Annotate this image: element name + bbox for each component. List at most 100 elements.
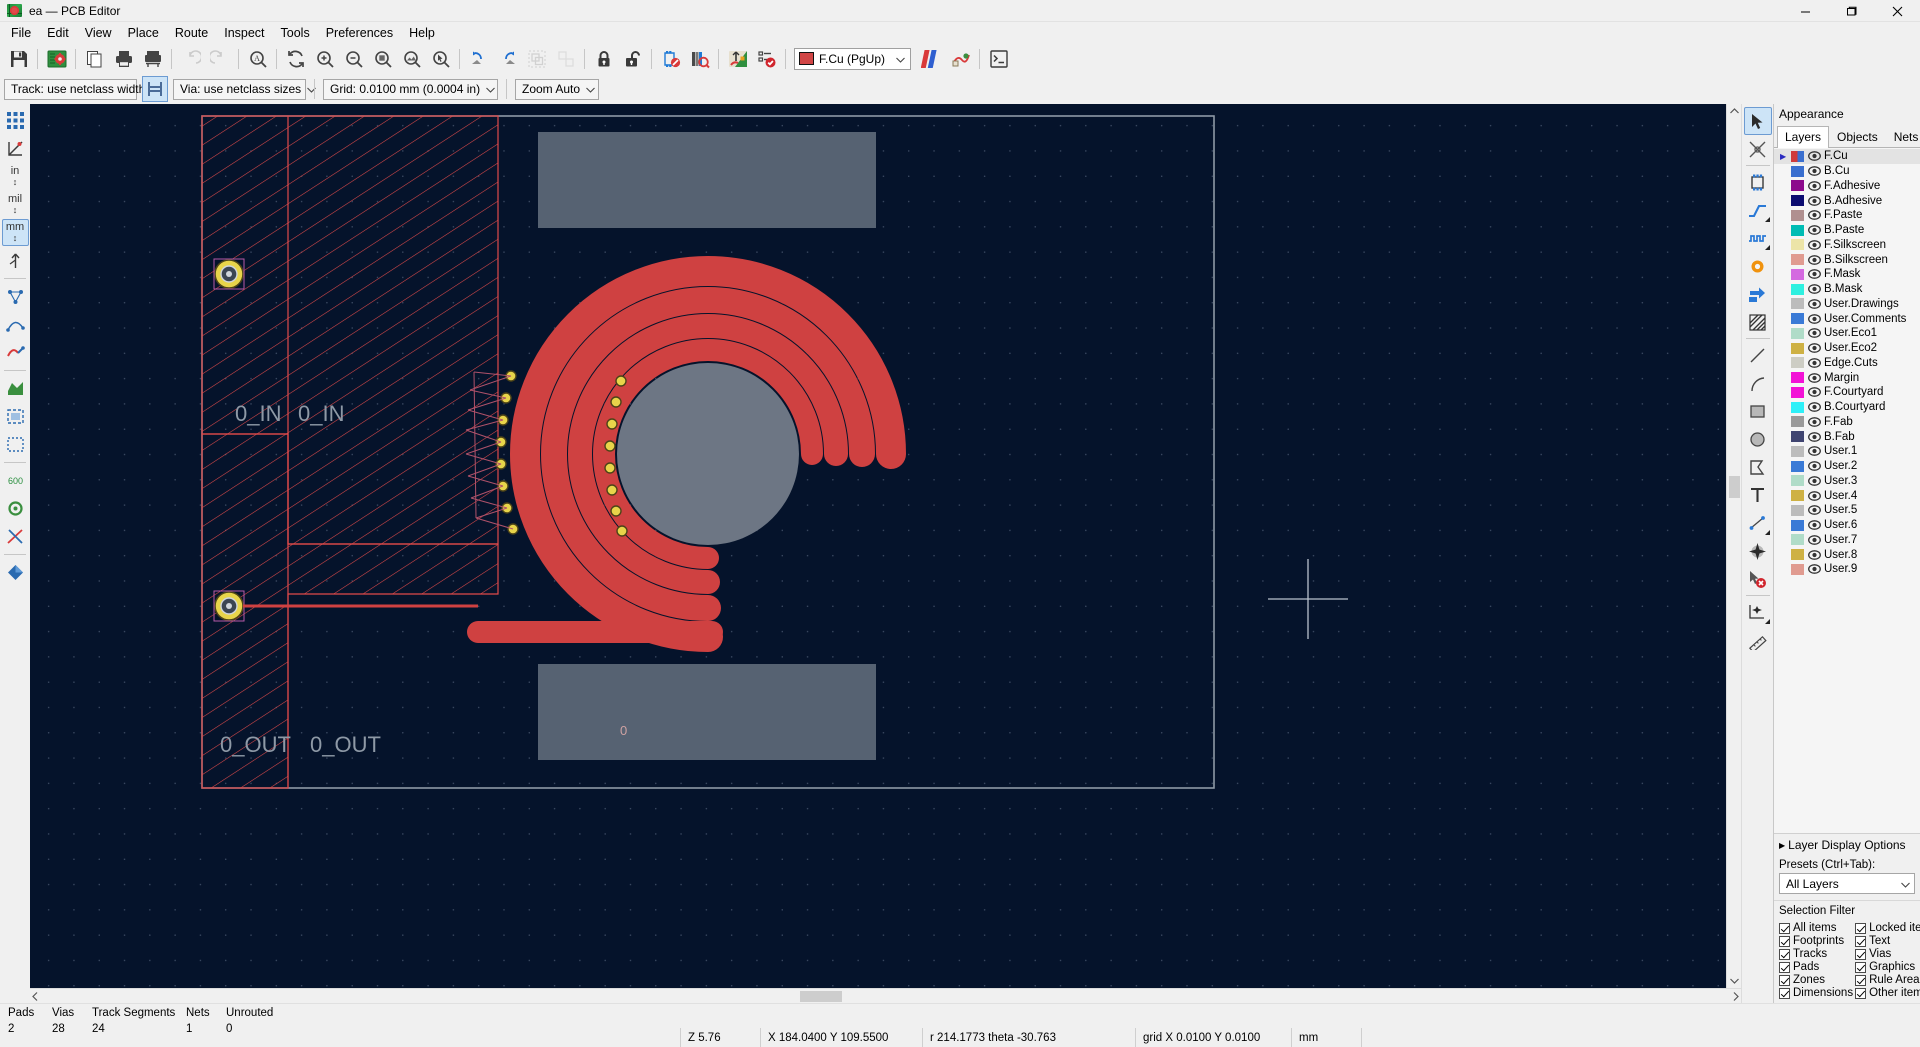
via-size-select[interactable]: Via: use netclass sizes [173,78,317,100]
layer-color-swatch[interactable] [1791,549,1804,561]
layer-color-swatch[interactable] [1791,298,1804,310]
layer-color-swatch[interactable] [1791,150,1804,162]
scripting-console-icon[interactable] [984,45,1013,73]
select-tool-icon[interactable] [1743,107,1772,135]
layer-visibility-eye-icon[interactable] [1807,166,1821,176]
menu-route[interactable]: Route [167,24,216,42]
save-icon[interactable] [4,45,33,73]
menu-view[interactable]: View [77,24,120,42]
layer-color-swatch[interactable] [1791,475,1804,487]
local-ratsnest-icon[interactable] [1744,135,1772,163]
selection-filter-locked-items[interactable]: Locked items [1855,922,1920,934]
layer-row-f-fab[interactable]: F.Fab [1774,415,1920,430]
add-text-icon[interactable] [1744,481,1772,509]
layer-color-swatch[interactable] [1791,342,1804,354]
checkbox-icon[interactable] [1779,987,1790,999]
grid-origin-icon[interactable] [2,135,29,162]
layer-row-f-mask[interactable]: F.Mask [1774,267,1920,282]
layer-row-f-adhesive[interactable]: F.Adhesive [1774,179,1920,194]
tab-nets[interactable]: Nets [1886,126,1920,148]
layer-row-user-9[interactable]: User.9 [1774,562,1920,577]
zoom-fit-page-icon[interactable] [368,45,397,73]
selection-filter-pads[interactable]: Pads [1779,961,1853,973]
layer-color-swatch[interactable] [1791,416,1804,428]
refresh-icon[interactable] [281,45,310,73]
layer-visibility-eye-icon[interactable] [1807,210,1821,221]
lock-icon[interactable] [589,45,618,73]
zone-outline-icon[interactable] [2,403,29,430]
menu-preferences[interactable]: Preferences [318,24,401,42]
selection-filter-rule-areas[interactable]: Rule Areas [1855,974,1920,986]
group-icon[interactable] [522,45,551,73]
footprint-library-icon[interactable] [685,45,714,73]
layer-row-f-paste[interactable]: F.Paste [1774,208,1920,223]
measure-tool-icon[interactable] [1744,626,1772,654]
layer-color-swatch[interactable] [1791,268,1804,280]
view-3d-icon[interactable] [723,45,752,73]
layer-row-user-2[interactable]: User.2 [1774,459,1920,474]
layer-row-margin[interactable]: Margin [1774,370,1920,385]
layer-visibility-eye-icon[interactable] [1807,535,1821,545]
checkbox-icon[interactable] [1855,961,1867,973]
toggle-ratsnest-icon[interactable] [2,283,29,310]
layer-color-swatch[interactable] [1791,504,1804,516]
layer-row-b-fab[interactable]: B.Fab [1774,429,1920,444]
scroll-up-icon[interactable] [1729,104,1739,118]
layer-color-swatch[interactable] [1791,372,1804,384]
layer-row-user-4[interactable]: User.4 [1774,488,1920,503]
drc-icon[interactable] [752,45,781,73]
layers-list[interactable]: ▶ F.Cu B.Cu F.Adhesive B.Adhesive F.Paste B.Pa… [1774,148,1920,833]
layer-color-swatch[interactable] [1791,431,1804,443]
layer-visibility-eye-icon[interactable] [1807,520,1821,530]
layer-visibility-eye-icon[interactable] [1807,549,1821,560]
scroll-left-icon[interactable] [32,989,38,1003]
layer-row-b-courtyard[interactable]: B.Courtyard [1774,400,1920,415]
selection-filter-text[interactable]: Text [1855,935,1920,947]
checkbox-icon[interactable] [1779,935,1790,947]
layer-visibility-eye-icon[interactable] [1807,240,1821,250]
menu-tools[interactable]: Tools [273,24,318,42]
contrast-mode-icon[interactable] [2,559,29,586]
scroll-right-icon[interactable] [1733,989,1739,1003]
net-highlight-icon[interactable] [2,339,29,366]
place-zone-icon[interactable] [1744,280,1772,308]
layer-visibility-eye-icon[interactable] [1807,490,1821,501]
print-icon[interactable] [109,45,138,73]
layer-visibility-eye-icon[interactable] [1807,328,1821,339]
checkbox-icon[interactable] [1855,922,1867,934]
toggle-grid-icon[interactable] [2,107,29,134]
rotate-cw-icon[interactable] [493,45,522,73]
layer-visibility-eye-icon[interactable] [1807,313,1821,324]
layer-visibility-eye-icon[interactable] [1807,505,1821,516]
selection-filter-footprints[interactable]: Footprints [1779,935,1853,947]
unlock-icon[interactable] [618,45,647,73]
curved-ratsnest-icon[interactable] [2,311,29,338]
checkbox-icon[interactable] [1855,974,1867,986]
selection-filter-tracks[interactable]: Tracks [1779,948,1853,960]
layer-visibility-eye-icon[interactable] [1807,225,1821,235]
layer-visibility-eye-icon[interactable] [1807,402,1821,412]
layer-color-swatch[interactable] [1791,165,1804,177]
menu-edit[interactable]: Edit [39,24,77,42]
layer-color-swatch[interactable] [1791,239,1804,251]
zoom-selection-icon[interactable] [426,45,455,73]
layer-display-options-toggle[interactable]: ▶ Layer Display Options [1774,833,1920,856]
layer-row-b-adhesive[interactable]: B.Adhesive [1774,193,1920,208]
checkbox-icon[interactable] [1779,948,1790,960]
zone-filled-icon[interactable] [2,375,29,402]
layer-row-user-5[interactable]: User.5 [1774,503,1920,518]
layer-pair-icon[interactable] [917,45,946,73]
layer-visibility-eye-icon[interactable] [1807,564,1821,575]
layer-row-user-6[interactable]: User.6 [1774,518,1920,533]
layer-visibility-eye-icon[interactable] [1807,461,1821,471]
layer-visibility-eye-icon[interactable] [1807,151,1821,162]
layer-visibility-eye-icon[interactable] [1807,358,1821,368]
layer-color-swatch[interactable] [1791,313,1804,325]
place-via-icon[interactable] [1744,252,1772,280]
layer-color-swatch[interactable] [1791,254,1804,266]
layer-row-user-drawings[interactable]: User.Drawings [1774,297,1920,312]
zoom-fit-objects-icon[interactable] [397,45,426,73]
layer-visibility-eye-icon[interactable] [1807,476,1821,486]
zoom-select[interactable]: Zoom Auto [515,78,599,100]
menu-inspect[interactable]: Inspect [216,24,272,42]
